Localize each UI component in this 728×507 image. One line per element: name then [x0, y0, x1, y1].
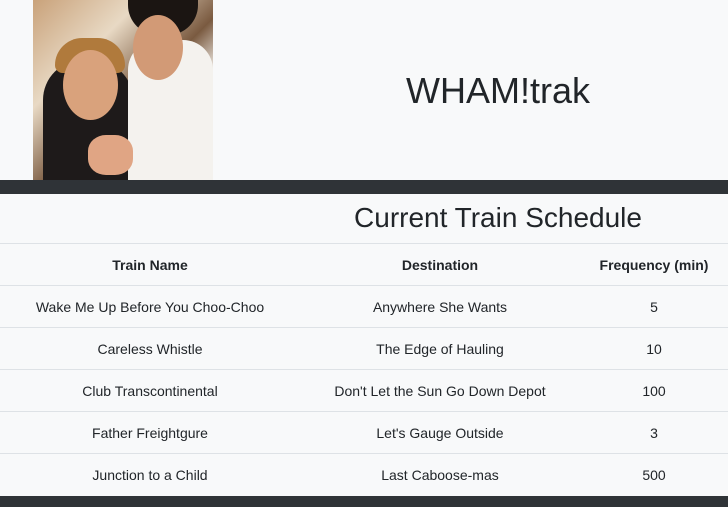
cell-train-name: Father Freightgure [0, 411, 300, 454]
cell-train-name: Club Transcontinental [0, 369, 300, 412]
cell-frequency: 5 [580, 285, 728, 328]
column-header-train-name: Train Name [0, 243, 300, 286]
cell-frequency: 3 [580, 411, 728, 454]
column-header-frequency: Frequency (min) [580, 243, 728, 286]
divider-bar [0, 180, 728, 194]
cell-train-name: Wake Me Up Before You Choo-Choo [0, 285, 300, 328]
cell-destination: Don't Let the Sun Go Down Depot [300, 369, 580, 412]
cell-destination: Anywhere She Wants [300, 285, 580, 328]
cell-frequency: 500 [580, 453, 728, 495]
schedule-table: Train Name Destination Frequency (min) W… [0, 243, 728, 495]
table-row: Father Freightgure Let's Gauge Outside 3 [0, 411, 728, 454]
cell-destination: Last Caboose-mas [300, 453, 580, 495]
column-header-destination: Destination [300, 243, 580, 286]
cell-train-name: Careless Whistle [0, 327, 300, 370]
footer-bar [0, 496, 728, 507]
cell-destination: Let's Gauge Outside [300, 411, 580, 454]
table-row: Careless Whistle The Edge of Hauling 10 [0, 327, 728, 370]
table-header-row: Train Name Destination Frequency (min) [0, 243, 728, 286]
site-title: WHAM!trak [406, 70, 590, 111]
table-row: Club Transcontinental Don't Let the Sun G… [0, 369, 728, 412]
schedule-title: Current Train Schedule [354, 202, 642, 233]
cell-destination: The Edge of Hauling [300, 327, 580, 370]
table-row: Junction to a Child Last Caboose-mas 500 [0, 453, 728, 495]
cell-frequency: 100 [580, 369, 728, 412]
band-photo [33, 0, 213, 180]
cell-frequency: 10 [580, 327, 728, 370]
table-row: Wake Me Up Before You Choo-Choo Anywhere … [0, 285, 728, 328]
cell-train-name: Junction to a Child [0, 453, 300, 495]
